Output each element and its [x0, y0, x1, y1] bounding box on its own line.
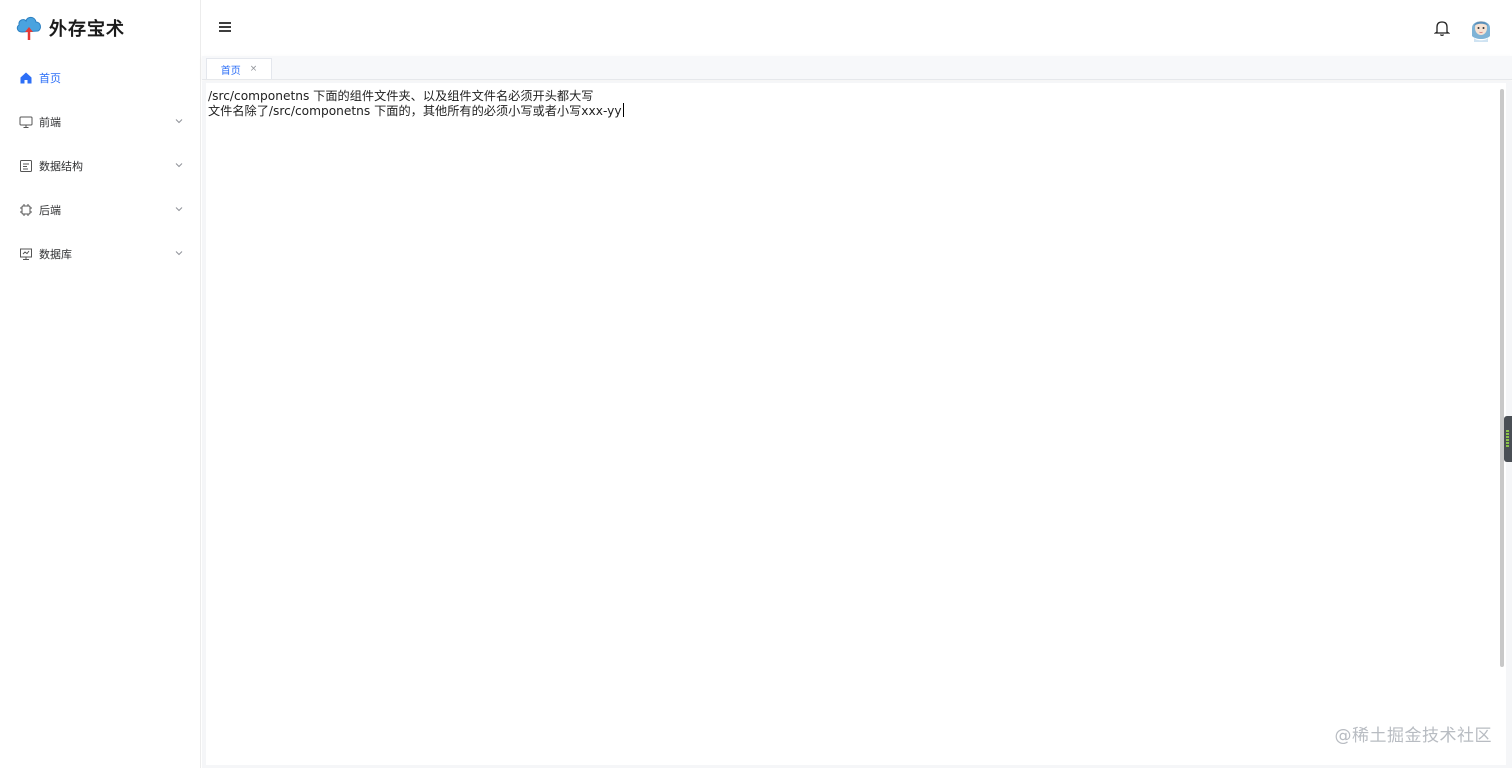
sidebar-item-label: 后端	[39, 204, 61, 217]
app-title: 外存宝术	[49, 19, 125, 40]
bell-icon[interactable]	[1433, 19, 1451, 37]
chevron-down-icon	[174, 160, 184, 170]
sidebar-item-label: 数据库	[39, 248, 72, 261]
main-content: /src/componetns 下面的组件文件夹、以及组件文件名必须开头都大写 …	[202, 81, 1512, 768]
sidebar-item-backend[interactable]: 后端	[0, 188, 200, 232]
editor-area[interactable]: /src/componetns 下面的组件文件夹、以及组件文件名必须开头都大写 …	[206, 83, 1506, 765]
vertical-scrollbar[interactable]	[1500, 89, 1504, 667]
sidebar-item-frontend[interactable]: 前端	[0, 100, 200, 144]
editor-line: 文件名除了/src/componetns 下面的，其他所有的必须小写或者小写xx…	[208, 103, 624, 118]
avatar-icon[interactable]	[1468, 14, 1494, 42]
sidebar-item-data-structure[interactable]: 数据结构	[0, 144, 200, 188]
sidebar-item-label: 首页	[39, 72, 61, 85]
hamburger-icon[interactable]	[218, 19, 232, 33]
document-icon	[19, 159, 33, 173]
database-icon	[19, 247, 33, 261]
home-icon	[19, 71, 33, 85]
sidebar: 外存宝术 首页 前端 数据结构 后端 数据库	[0, 0, 201, 768]
sidebar-menu: 首页 前端 数据结构 后端 数据库	[0, 56, 200, 276]
chevron-down-icon	[174, 248, 184, 258]
tabs-bar: 首页 ×	[202, 56, 1512, 80]
chevron-down-icon	[174, 116, 184, 126]
tab-home[interactable]: 首页 ×	[206, 58, 272, 79]
watermark: @稀土掘金技术社区	[1334, 726, 1492, 746]
chip-icon	[19, 203, 33, 217]
sidebar-item-home[interactable]: 首页	[0, 56, 200, 100]
close-icon[interactable]: ×	[250, 64, 258, 74]
top-header	[202, 0, 1512, 56]
chevron-down-icon	[174, 204, 184, 214]
sidebar-item-label: 数据结构	[39, 160, 83, 173]
logo[interactable]: 外存宝术	[14, 12, 125, 44]
monitor-icon	[19, 115, 33, 129]
text-caret	[622, 103, 624, 117]
sidebar-item-label: 前端	[39, 116, 61, 129]
sidebar-item-database[interactable]: 数据库	[0, 232, 200, 276]
tab-label: 首页	[220, 65, 241, 77]
side-drawer-handle[interactable]	[1504, 416, 1512, 462]
app-root: 外存宝术 首页 前端 数据结构 后端 数据库 首页 × /src/compone…	[0, 0, 1512, 768]
cloud-upload-icon	[14, 11, 44, 45]
